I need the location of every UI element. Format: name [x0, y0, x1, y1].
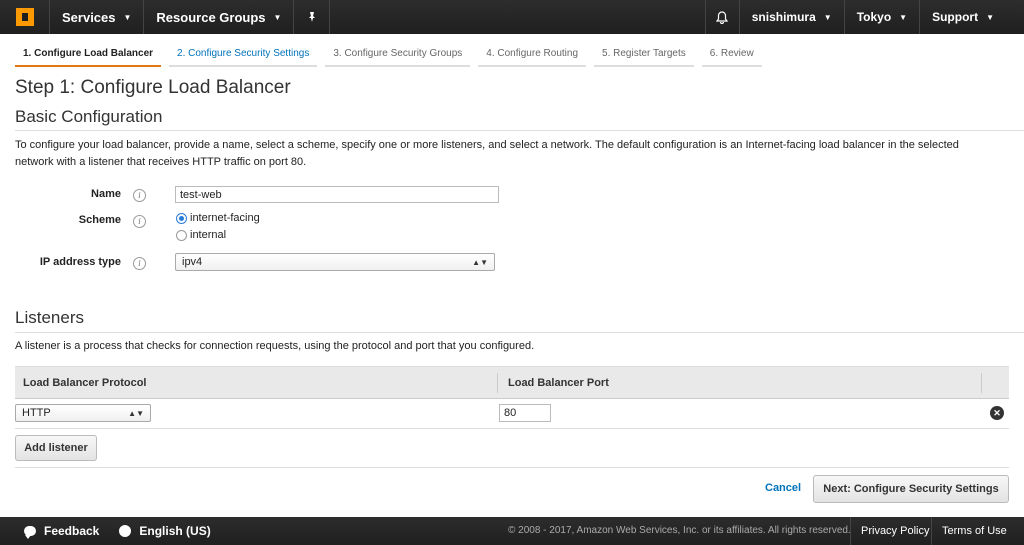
- user-label: snishimura: [751, 10, 816, 24]
- next-button[interactable]: Next: Configure Security Settings: [813, 475, 1009, 503]
- basic-configuration-heading: Basic Configuration: [15, 107, 163, 126]
- scheme-option-label: internal: [190, 229, 227, 241]
- bell-icon[interactable]: [704, 0, 739, 34]
- listeners-heading: Listeners: [15, 308, 84, 327]
- port-input[interactable]: [499, 404, 551, 422]
- support-label: Support: [932, 10, 979, 24]
- tab-register-targets[interactable]: 5. Register Targets: [594, 44, 694, 67]
- divider: [15, 130, 1024, 131]
- protocol-select[interactable]: HTTP ▲▼: [15, 404, 151, 422]
- scheme-option-internal[interactable]: internal: [176, 229, 226, 241]
- feedback-link[interactable]: Feedback: [0, 517, 109, 545]
- chevron-down-icon: ▼: [899, 12, 908, 22]
- info-icon[interactable]: i: [133, 189, 146, 202]
- services-label: Services: [62, 9, 116, 25]
- user-menu[interactable]: snishimura ▼: [738, 0, 844, 34]
- footer-bar: Feedback English (US) © 2008 - 2017, Ama…: [0, 517, 1024, 545]
- resource-groups-label: Resource Groups: [156, 9, 266, 25]
- privacy-policy-link[interactable]: Privacy Policy: [850, 517, 939, 545]
- region-menu[interactable]: Tokyo ▼: [843, 0, 919, 34]
- feedback-label: Feedback: [44, 524, 100, 538]
- services-menu[interactable]: Services ▼: [50, 0, 145, 34]
- chevron-down-icon: ▼: [823, 12, 832, 22]
- ip-address-type-label: IP address type: [39, 256, 121, 268]
- listeners-table-header: Load Balancer Protocol Load Balancer Por…: [15, 366, 1009, 399]
- region-label: Tokyo: [856, 10, 892, 24]
- select-arrows-icon: ▲▼: [472, 257, 488, 267]
- radio-selected-icon[interactable]: [176, 212, 187, 224]
- chevron-down-icon: ▼: [986, 12, 994, 22]
- column-header-port: Load Balancer Port: [508, 377, 609, 389]
- pin-icon[interactable]: [294, 0, 331, 34]
- column-separator: [981, 373, 982, 393]
- column-header-protocol: Load Balancer Protocol: [23, 377, 147, 389]
- speech-bubble-icon: [24, 526, 36, 539]
- top-nav-bar: Services ▼ Resource Groups ▼ snishimura …: [0, 0, 1024, 34]
- scheme-label: Scheme: [78, 214, 121, 226]
- tab-configure-security-groups[interactable]: 3. Configure Security Groups: [325, 44, 471, 67]
- scheme-option-label: internet-facing: [190, 212, 260, 224]
- protocol-value: HTTP: [22, 407, 51, 419]
- page-description: To configure your load balancer, provide…: [15, 139, 959, 168]
- nav-right-group: snishimura ▼ Tokyo ▼ Support ▼: [704, 0, 1024, 34]
- wizard-tabs: 1. Configure Load Balancer 2. Configure …: [15, 44, 770, 67]
- scheme-option-internet-facing[interactable]: internet-facing: [176, 212, 260, 224]
- divider: [15, 467, 1009, 468]
- tab-configure-routing[interactable]: 4. Configure Routing: [478, 44, 587, 67]
- language-selector[interactable]: English (US): [109, 517, 220, 545]
- page-title: Step 1: Configure Load Balancer: [15, 77, 291, 98]
- terms-of-use-link[interactable]: Terms of Use: [931, 517, 1024, 545]
- support-menu[interactable]: Support ▼: [919, 0, 1024, 34]
- select-arrows-icon: ▲▼: [128, 408, 144, 418]
- chevron-down-icon: ▼: [123, 12, 132, 22]
- cancel-button[interactable]: Cancel: [765, 482, 801, 494]
- ip-address-type-select[interactable]: ipv4 ▲▼: [175, 253, 495, 271]
- tab-configure-security-settings[interactable]: 2. Configure Security Settings: [169, 44, 318, 67]
- name-label: Name: [91, 188, 121, 200]
- tab-configure-load-balancer[interactable]: 1. Configure Load Balancer: [15, 44, 162, 67]
- aws-cube-icon: [15, 8, 34, 26]
- info-icon[interactable]: i: [133, 257, 146, 270]
- add-listener-button[interactable]: Add listener: [15, 435, 97, 461]
- divider: [15, 428, 1009, 429]
- copyright-text: © 2008 - 2017, Amazon Web Services, Inc.…: [508, 525, 851, 536]
- aws-logo[interactable]: [0, 0, 50, 34]
- language-label: English (US): [139, 524, 211, 538]
- remove-listener-icon[interactable]: ✕: [990, 406, 1004, 420]
- divider: [15, 332, 1024, 333]
- ip-address-type-value: ipv4: [182, 256, 203, 268]
- tab-review[interactable]: 6. Review: [701, 44, 762, 67]
- chevron-down-icon: ▼: [273, 12, 282, 22]
- listeners-description: A listener is a process that checks for …: [15, 340, 535, 352]
- globe-icon: [119, 525, 132, 537]
- name-input[interactable]: [175, 186, 499, 203]
- resource-groups-menu[interactable]: Resource Groups ▼: [144, 0, 295, 34]
- info-icon[interactable]: i: [133, 215, 146, 228]
- radio-unselected-icon[interactable]: [176, 229, 187, 241]
- column-separator: [497, 373, 498, 393]
